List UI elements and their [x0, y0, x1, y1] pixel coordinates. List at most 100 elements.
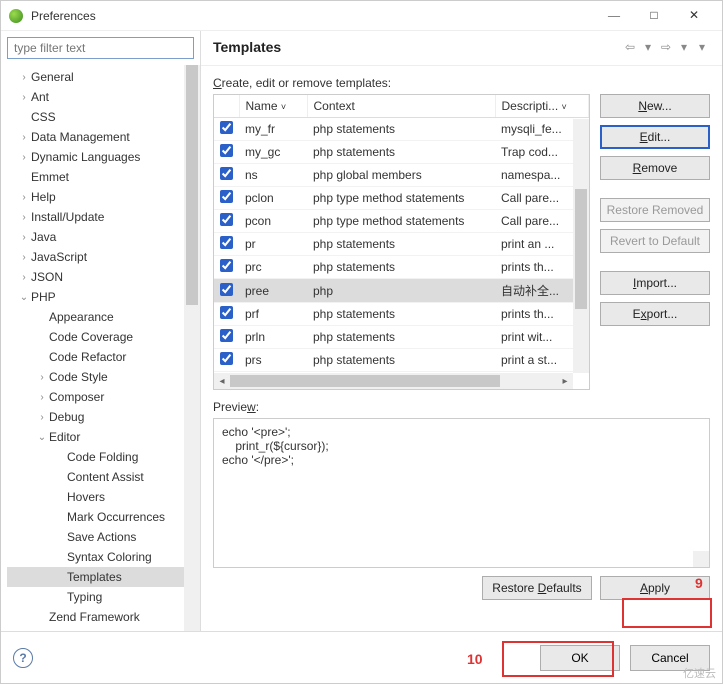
- preferences-tree[interactable]: ›General›AntCSS›Data Management›Dynamic …: [1, 65, 200, 631]
- row-checkbox[interactable]: [220, 236, 233, 249]
- tree-item-code-style[interactable]: ›Code Style: [7, 367, 200, 387]
- edit-button[interactable]: Edit...: [600, 125, 710, 149]
- table-row[interactable]: prsphp statementsprint a st...: [214, 349, 589, 372]
- tree-item-emmet[interactable]: Emmet: [7, 167, 200, 187]
- row-checkbox[interactable]: [220, 144, 233, 157]
- templates-table[interactable]: Name ˅ Context Descripti... ˅ my_frphp s…: [213, 94, 590, 390]
- tree-item-save-actions[interactable]: Save Actions: [7, 527, 200, 547]
- chevron-right-icon[interactable]: ›: [35, 412, 49, 423]
- chevron-right-icon[interactable]: ›: [17, 152, 31, 163]
- tree-item-label: Appearance: [49, 310, 114, 324]
- tree-item-composer[interactable]: ›Composer: [7, 387, 200, 407]
- apply-button[interactable]: Apply: [600, 576, 710, 600]
- table-row[interactable]: pclonphp type method statementsCall pare…: [214, 187, 589, 210]
- tree-item-syntax-coloring[interactable]: Syntax Coloring: [7, 547, 200, 567]
- tree-item-javascript[interactable]: ›JavaScript: [7, 247, 200, 267]
- table-horizontal-scrollbar[interactable]: ◂▸: [214, 373, 573, 389]
- table-row[interactable]: prfphp statementsprints th...: [214, 303, 589, 326]
- tree-item-debug[interactable]: ›Debug: [7, 407, 200, 427]
- row-checkbox[interactable]: [220, 306, 233, 319]
- tree-item-install-update[interactable]: ›Install/Update: [7, 207, 200, 227]
- minimize-button[interactable]: —: [594, 1, 634, 31]
- preview-area[interactable]: echo '<pre>'; print_r(${cursor}); echo '…: [213, 418, 710, 568]
- remove-button[interactable]: Remove: [600, 156, 710, 180]
- tree-item-code-coverage[interactable]: Code Coverage: [7, 327, 200, 347]
- tree-item-dynamic-languages[interactable]: ›Dynamic Languages: [7, 147, 200, 167]
- maximize-button[interactable]: □: [634, 1, 674, 31]
- row-checkbox[interactable]: [220, 167, 233, 180]
- tree-item-editor[interactable]: ⌄Editor: [7, 427, 200, 447]
- chevron-right-icon[interactable]: ›: [35, 372, 49, 383]
- tree-item-mark-occurrences[interactable]: Mark Occurrences: [7, 507, 200, 527]
- row-checkbox[interactable]: [220, 329, 233, 342]
- table-row[interactable]: nsphp global membersnamespa...: [214, 164, 589, 187]
- export-button[interactable]: Export...: [600, 302, 710, 326]
- restore-removed-button[interactable]: Restore Removed: [600, 198, 710, 222]
- tree-item-label: Content Assist: [67, 470, 144, 484]
- tree-item-templates[interactable]: Templates: [7, 567, 200, 587]
- tree-item-code-folding[interactable]: Code Folding: [7, 447, 200, 467]
- chevron-right-icon[interactable]: ›: [17, 132, 31, 143]
- table-row[interactable]: my_frphp statementsmysqli_fe...: [214, 118, 589, 141]
- chevron-right-icon[interactable]: ›: [17, 252, 31, 263]
- filter-input[interactable]: [7, 37, 194, 59]
- tree-item-typing[interactable]: Typing: [7, 587, 200, 607]
- tree-item-data-management[interactable]: ›Data Management: [7, 127, 200, 147]
- cell-context: php: [307, 279, 495, 303]
- forward-icon[interactable]: ⇨: [658, 40, 674, 54]
- view-menu-icon[interactable]: ▾: [694, 40, 710, 54]
- chevron-right-icon[interactable]: ›: [35, 392, 49, 403]
- tree-item-general[interactable]: ›General: [7, 67, 200, 87]
- table-row[interactable]: prcphp statementsprints th...: [214, 256, 589, 279]
- revert-to-default-button[interactable]: Revert to Default: [600, 229, 710, 253]
- row-checkbox[interactable]: [220, 352, 233, 365]
- table-row[interactable]: prlnphp statementsprint wit...: [214, 326, 589, 349]
- table-row[interactable]: preephp自动补全...: [214, 279, 589, 303]
- tree-item-java[interactable]: ›Java: [7, 227, 200, 247]
- row-checkbox[interactable]: [220, 190, 233, 203]
- tree-item-code-refactor[interactable]: Code Refactor: [7, 347, 200, 367]
- back-menu-icon[interactable]: ▾: [640, 40, 656, 54]
- tree-item-php[interactable]: ⌄PHP: [7, 287, 200, 307]
- back-icon[interactable]: ⇦: [622, 40, 638, 54]
- chevron-right-icon[interactable]: ›: [17, 232, 31, 243]
- tree-item-hovers[interactable]: Hovers: [7, 487, 200, 507]
- tree-item-json[interactable]: ›JSON: [7, 267, 200, 287]
- ok-button[interactable]: OK: [540, 645, 620, 671]
- chevron-right-icon[interactable]: ›: [17, 92, 31, 103]
- row-checkbox[interactable]: [220, 121, 233, 134]
- cell-context: php statements: [307, 349, 495, 372]
- help-icon[interactable]: ?: [13, 648, 33, 668]
- chevron-right-icon[interactable]: ›: [17, 72, 31, 83]
- import-button[interactable]: Import...: [600, 271, 710, 295]
- table-row[interactable]: pconphp type method statementsCall pare.…: [214, 210, 589, 233]
- table-row[interactable]: prphp statementsprint an ...: [214, 233, 589, 256]
- restore-defaults-button[interactable]: Restore Defaults: [482, 576, 592, 600]
- table-row[interactable]: my_gcphp statementsTrap cod...: [214, 141, 589, 164]
- new-button[interactable]: New...: [600, 94, 710, 118]
- cell-name: prs: [239, 349, 307, 372]
- row-checkbox[interactable]: [220, 283, 233, 296]
- tree-scrollbar[interactable]: [184, 65, 200, 631]
- tree-item-ant[interactable]: ›Ant: [7, 87, 200, 107]
- chevron-right-icon[interactable]: ›: [17, 212, 31, 223]
- forward-menu-icon[interactable]: ▾: [676, 40, 692, 54]
- chevron-right-icon[interactable]: ›: [17, 272, 31, 283]
- chevron-down-icon[interactable]: ⌄: [17, 292, 31, 303]
- tree-item-zend-framework[interactable]: Zend Framework: [7, 607, 200, 627]
- row-checkbox[interactable]: [220, 213, 233, 226]
- cell-name: pcon: [239, 210, 307, 233]
- tree-item-help[interactable]: ›Help: [7, 187, 200, 207]
- chevron-right-icon[interactable]: ›: [17, 192, 31, 203]
- tree-item-css[interactable]: CSS: [7, 107, 200, 127]
- col-name: Name ˅: [239, 95, 307, 118]
- tree-item-content-assist[interactable]: Content Assist: [7, 467, 200, 487]
- tree-item-label: PHP: [31, 290, 56, 304]
- close-button[interactable]: ✕: [674, 1, 714, 31]
- intro-label: CCreate, edit or remove templates:reate,…: [213, 76, 710, 90]
- chevron-down-icon[interactable]: ⌄: [35, 432, 49, 443]
- table-vertical-scrollbar[interactable]: [573, 119, 589, 373]
- row-checkbox[interactable]: [220, 259, 233, 272]
- right-column: Templates ⇦ ▾ ⇨ ▾ ▾ CCreate, edit or rem…: [201, 31, 722, 631]
- tree-item-appearance[interactable]: Appearance: [7, 307, 200, 327]
